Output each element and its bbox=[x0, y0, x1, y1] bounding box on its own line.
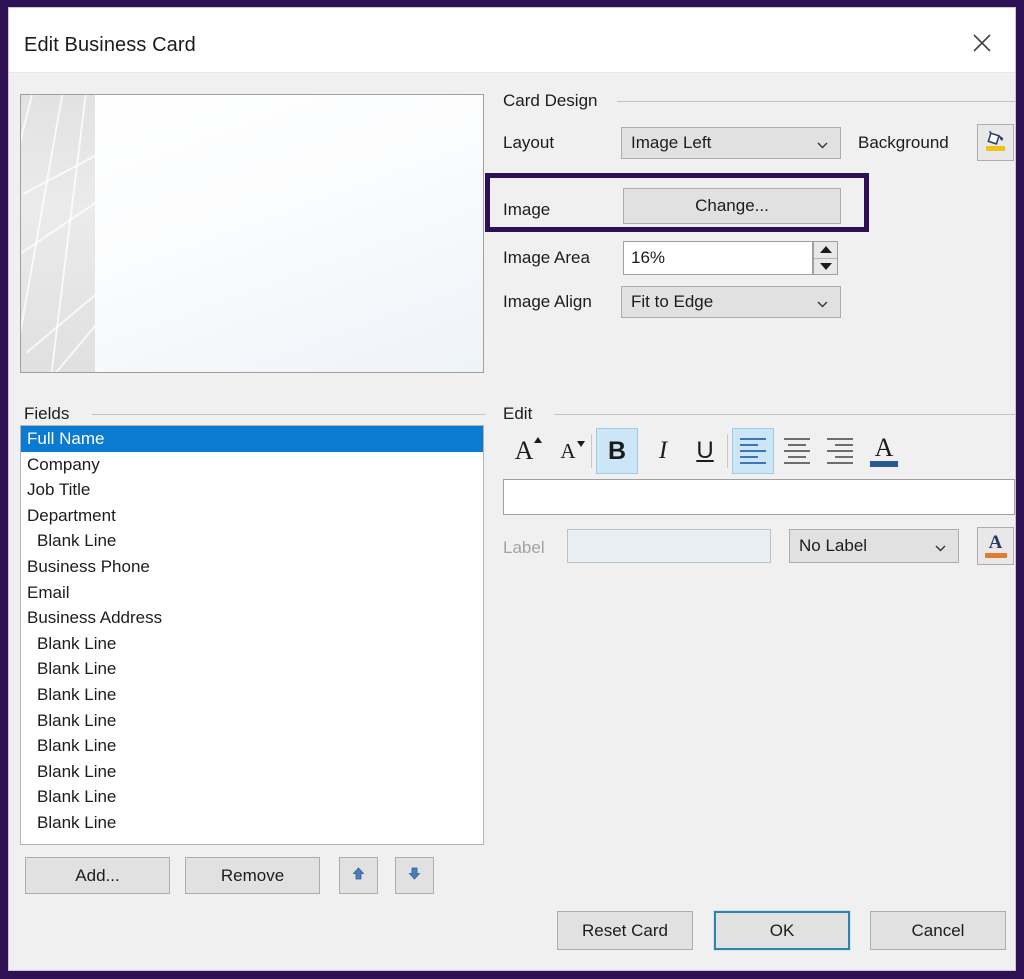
list-item[interactable]: Blank Line bbox=[21, 631, 483, 657]
font-color-icon: A bbox=[984, 533, 1007, 558]
image-area-stepper[interactable] bbox=[813, 241, 838, 275]
toolbar-separator bbox=[727, 434, 728, 468]
triangle-up-icon bbox=[819, 246, 832, 254]
font-grow-icon: A bbox=[515, 436, 543, 466]
edit-group-rule bbox=[554, 414, 1015, 415]
move-field-down-button[interactable] bbox=[395, 857, 434, 894]
list-item[interactable]: Blank Line bbox=[21, 708, 483, 734]
edit-group-title: Edit bbox=[503, 404, 540, 424]
edit-business-card-dialog: Edit Business Card Card Design Layout Im… bbox=[8, 7, 1016, 971]
align-right-button[interactable] bbox=[819, 428, 861, 474]
layout-label: Layout bbox=[503, 133, 555, 152]
list-item[interactable]: Business Address bbox=[21, 605, 483, 631]
arrow-down-icon bbox=[407, 866, 422, 886]
align-right-icon bbox=[827, 437, 853, 465]
list-item[interactable]: Job Title bbox=[21, 477, 483, 503]
label-field-label: Label bbox=[503, 538, 545, 557]
list-item[interactable]: Blank Line bbox=[21, 528, 483, 554]
image-align-select-value: Fit to Edge bbox=[631, 292, 714, 311]
increase-font-size-button[interactable]: A bbox=[503, 428, 545, 474]
dialog-titlebar: Edit Business Card bbox=[9, 8, 1015, 73]
list-item[interactable]: Business Phone bbox=[21, 554, 483, 580]
underline-button[interactable]: U bbox=[684, 428, 726, 474]
italic-button[interactable]: I bbox=[642, 428, 684, 474]
layout-select-value: Image Left bbox=[631, 133, 712, 152]
list-item[interactable]: Department bbox=[21, 503, 483, 529]
reset-card-button[interactable]: Reset Card bbox=[557, 911, 693, 950]
image-label: Image bbox=[503, 200, 551, 219]
align-center-icon bbox=[784, 437, 810, 465]
move-field-up-button[interactable] bbox=[339, 857, 378, 894]
page-title: Edit Business Card bbox=[24, 34, 196, 56]
list-item[interactable]: Company bbox=[21, 452, 483, 478]
image-area-label: Image Area bbox=[503, 248, 590, 267]
list-item[interactable]: Blank Line bbox=[21, 784, 483, 810]
bold-icon: B bbox=[607, 436, 627, 465]
label-font-color-button[interactable]: A bbox=[977, 527, 1014, 565]
label-type-select[interactable]: No Label bbox=[789, 529, 959, 563]
italic-icon: I bbox=[658, 437, 668, 464]
card-design-group-rule bbox=[617, 101, 1015, 102]
toolbar-separator bbox=[591, 434, 592, 468]
underline-icon: U bbox=[696, 437, 714, 464]
chevron-down-icon bbox=[816, 296, 829, 309]
font-color-icon: A bbox=[870, 434, 898, 467]
image-area-input[interactable]: 16% bbox=[623, 241, 813, 275]
arrow-up-icon bbox=[351, 866, 366, 886]
stepper-down-button[interactable] bbox=[814, 259, 837, 275]
business-card-preview[interactable] bbox=[20, 94, 484, 373]
font-shrink-icon: A bbox=[560, 439, 585, 464]
fields-listbox[interactable]: Full Name Company Job Title Department Blank… bbox=[20, 425, 484, 845]
list-item[interactable]: Blank Line bbox=[21, 656, 483, 682]
card-design-group-title: Card Design bbox=[503, 91, 605, 111]
close-button[interactable] bbox=[963, 26, 1001, 60]
align-left-icon bbox=[740, 437, 766, 465]
change-image-button[interactable]: Change... bbox=[623, 188, 841, 224]
remove-field-button[interactable]: Remove bbox=[185, 857, 320, 894]
image-align-select[interactable]: Fit to Edge bbox=[621, 286, 841, 318]
fields-group-title: Fields bbox=[24, 404, 77, 424]
list-item[interactable]: Blank Line bbox=[21, 682, 483, 708]
add-field-button[interactable]: Add... bbox=[25, 857, 170, 894]
list-item[interactable]: Blank Line bbox=[21, 733, 483, 759]
ok-button[interactable]: OK bbox=[714, 911, 850, 950]
align-left-button[interactable] bbox=[732, 428, 774, 474]
label-text-input bbox=[567, 529, 771, 563]
triangle-down-icon bbox=[819, 262, 832, 270]
stepper-up-button[interactable] bbox=[814, 242, 837, 259]
background-label: Background bbox=[858, 133, 949, 152]
annotation-frame: Edit Business Card Card Design Layout Im… bbox=[0, 0, 1024, 979]
layout-select[interactable]: Image Left bbox=[621, 127, 841, 159]
cancel-button[interactable]: Cancel bbox=[870, 911, 1006, 950]
font-color-button[interactable]: A bbox=[863, 428, 905, 474]
decrease-font-size-button[interactable]: A bbox=[547, 428, 589, 474]
align-center-button[interactable] bbox=[776, 428, 818, 474]
card-preview-image-area bbox=[21, 95, 95, 372]
text-format-toolbar: A A B I U A bbox=[503, 428, 903, 474]
label-type-select-value: No Label bbox=[799, 536, 868, 555]
bold-button[interactable]: B bbox=[596, 428, 638, 474]
chevron-down-icon bbox=[934, 540, 947, 553]
list-item[interactable]: Blank Line bbox=[21, 810, 483, 836]
list-item[interactable]: Full Name bbox=[21, 426, 483, 452]
list-item[interactable]: Email bbox=[21, 580, 483, 606]
image-align-label: Image Align bbox=[503, 292, 592, 311]
background-color-button[interactable] bbox=[977, 124, 1014, 161]
paint-bucket-icon bbox=[983, 128, 1008, 158]
close-icon bbox=[971, 32, 993, 54]
list-item[interactable]: Blank Line bbox=[21, 759, 483, 785]
fields-group-rule bbox=[92, 414, 485, 415]
chevron-down-icon bbox=[816, 137, 829, 150]
field-text-input[interactable] bbox=[503, 479, 1015, 515]
